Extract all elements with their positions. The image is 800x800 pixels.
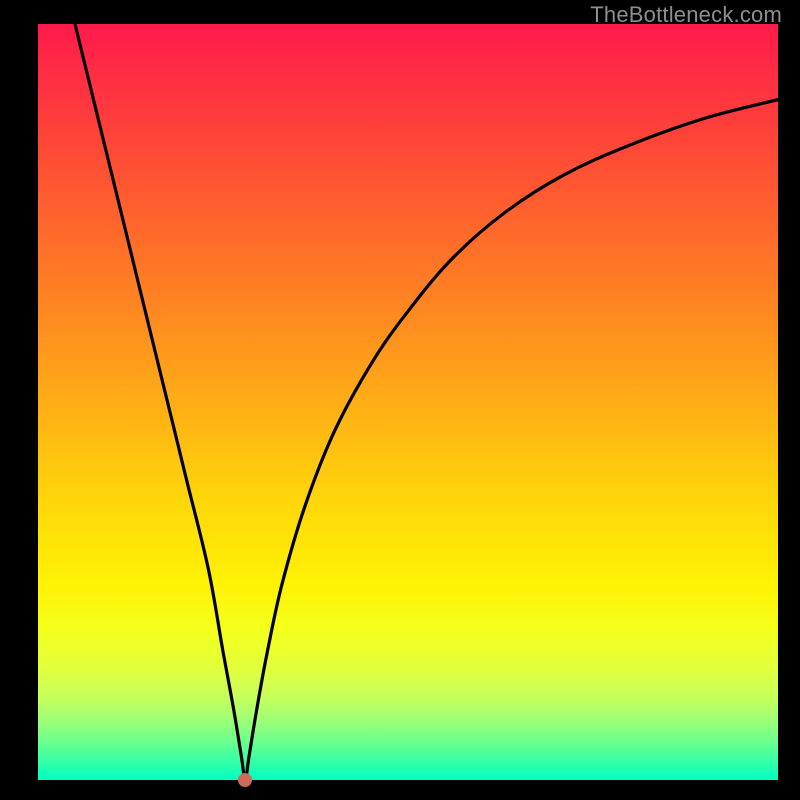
bottleneck-curve — [38, 24, 778, 780]
trough-marker — [238, 773, 252, 787]
watermark-text: TheBottleneck.com — [590, 2, 782, 28]
chart-frame: TheBottleneck.com — [0, 0, 800, 800]
plot-area — [38, 24, 778, 780]
